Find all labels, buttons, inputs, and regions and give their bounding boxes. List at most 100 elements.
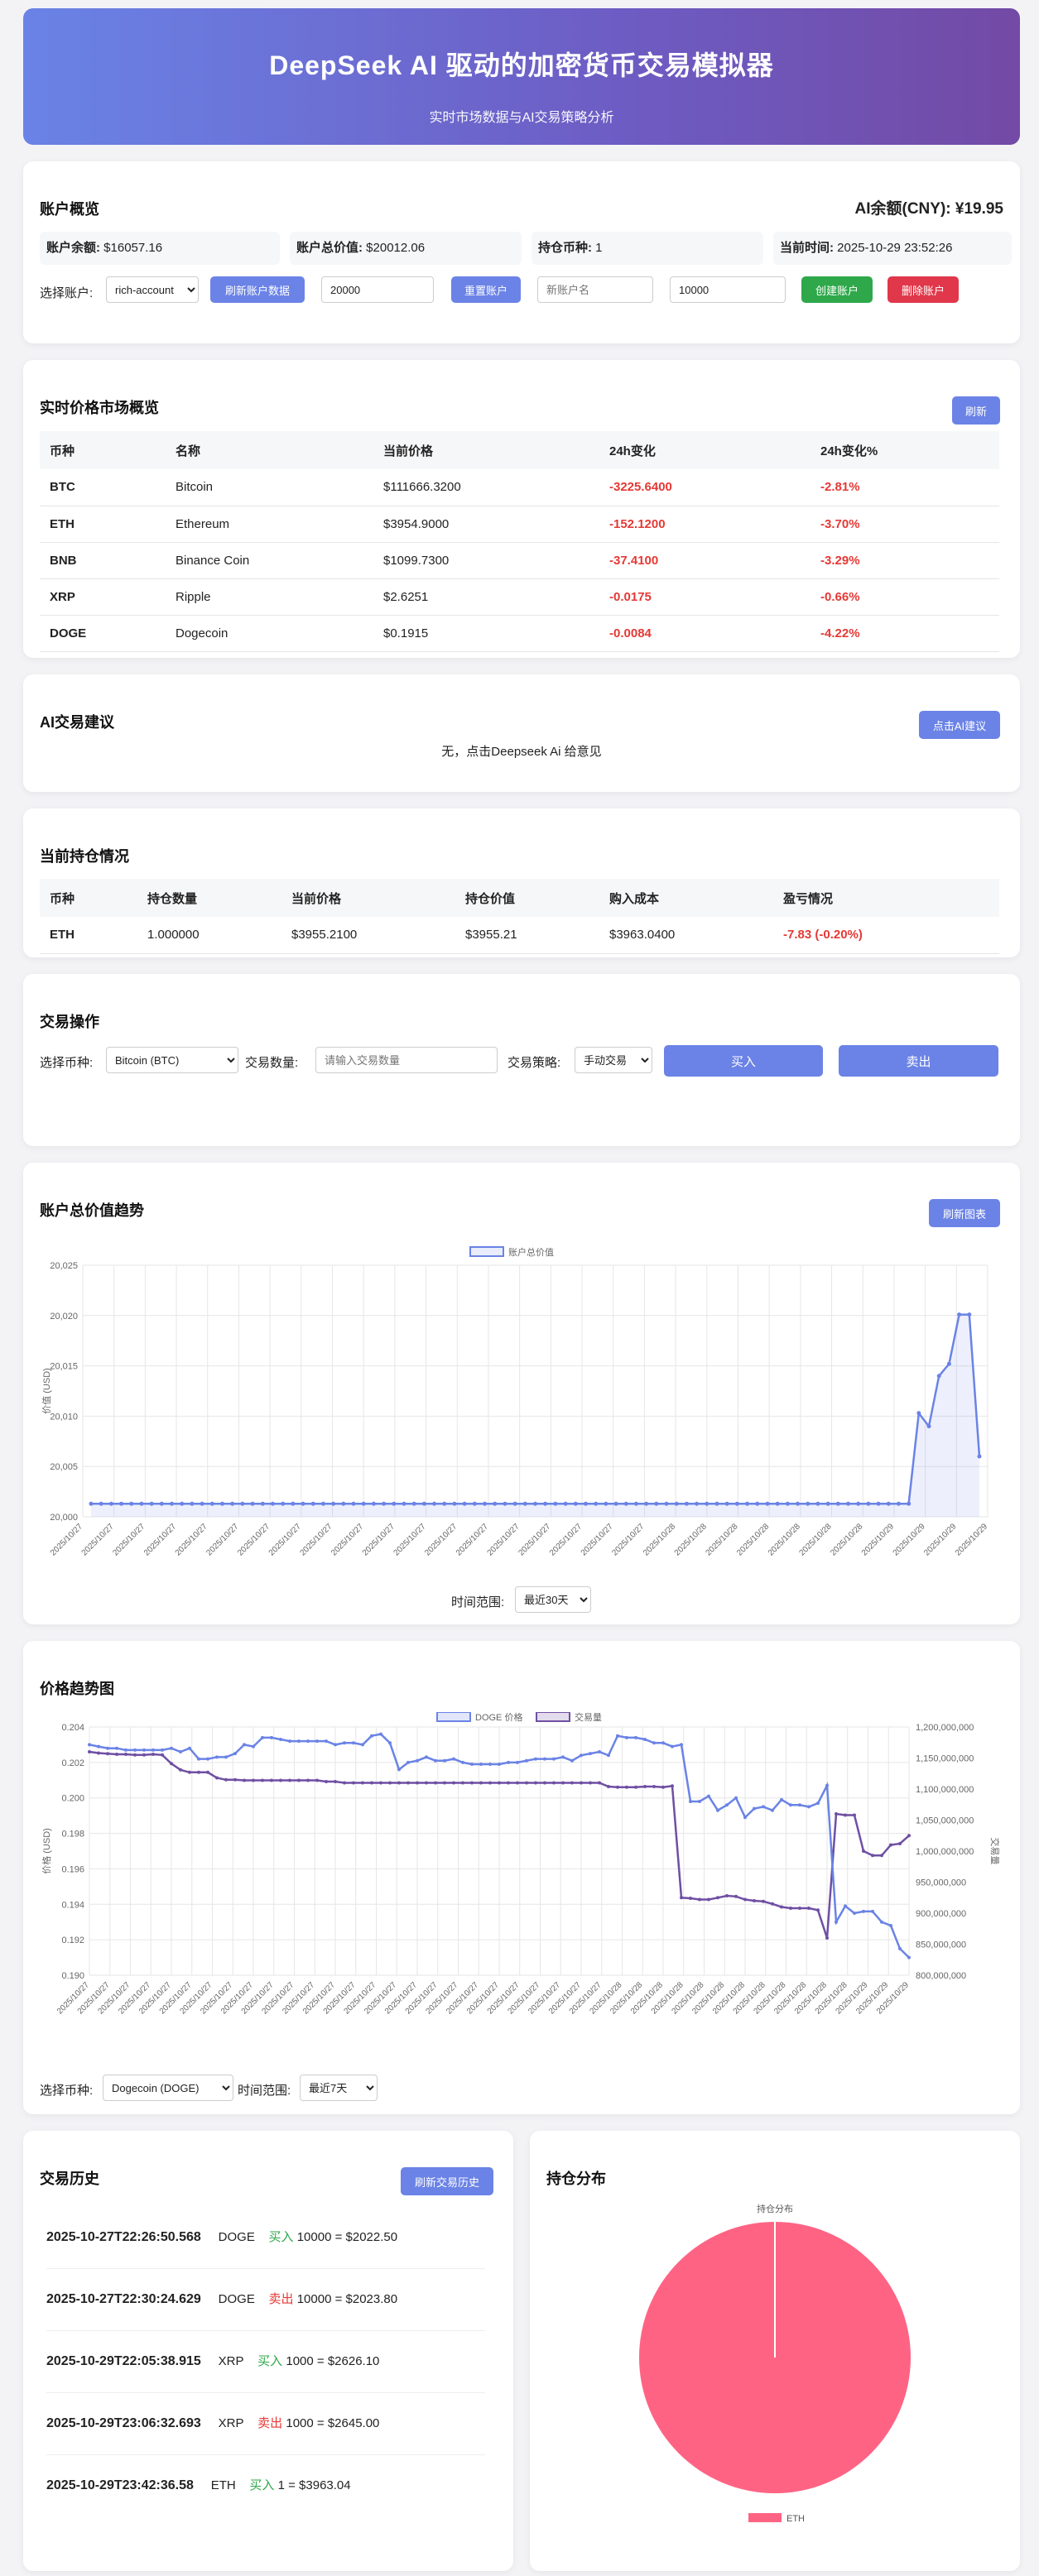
price-point — [115, 1746, 118, 1750]
volume-point — [243, 1778, 246, 1782]
account-select[interactable]: rich-account — [106, 276, 199, 303]
value-point — [209, 1501, 214, 1506]
history-coin: DOGE — [218, 2292, 255, 2306]
market-overview-title: 实时价格市场概览 — [40, 400, 159, 416]
reset-amount-input[interactable] — [321, 276, 434, 303]
total-value-label: 账户总价值: — [296, 241, 363, 255]
y-tick-label: 0.202 — [61, 1758, 84, 1768]
price-point — [862, 1909, 865, 1913]
new-account-name-input[interactable] — [537, 276, 653, 303]
price-point — [452, 1757, 455, 1761]
price-range-select[interactable]: 最近7天 — [300, 2075, 378, 2101]
value-point — [331, 1501, 336, 1506]
volume-point — [152, 1753, 155, 1756]
value-point — [139, 1501, 144, 1506]
price-point — [315, 1739, 319, 1744]
volume-point — [434, 1781, 437, 1785]
value-point — [916, 1411, 921, 1416]
price-point — [652, 1741, 656, 1745]
price-chart: 0.204 0.202 0.200 0.198 0.196 0.194 0.192 0.190… — [41, 1712, 999, 2017]
trade-qty-input[interactable] — [315, 1047, 498, 1073]
price-point — [907, 1955, 911, 1960]
price-point — [352, 1741, 355, 1745]
volume-point — [224, 1777, 228, 1782]
price-point — [589, 1752, 592, 1756]
volume-point — [452, 1781, 455, 1785]
value-point — [806, 1501, 811, 1506]
value-point — [240, 1501, 245, 1506]
price-point — [543, 1757, 546, 1761]
volume-point — [534, 1781, 537, 1785]
price-point — [780, 1797, 783, 1801]
holdings-table-header: 币种 持仓数量 当前价格 持仓价值 购入成本 盈亏情况 — [40, 879, 999, 917]
ai-advice-button[interactable]: 点击AI建议 — [919, 711, 1000, 739]
refresh-account-button[interactable]: 刷新账户数据 — [210, 276, 305, 303]
x-tick-label: 2025/10/28 — [829, 1522, 864, 1557]
price-point — [170, 1746, 173, 1750]
account-overview-card: 账户概览 AI余额(CNY): ¥19.95 账户余额: $16057.16 账… — [23, 161, 1020, 343]
create-account-button[interactable]: 创建账户 — [801, 276, 873, 303]
value-point — [896, 1501, 901, 1506]
volume-point — [261, 1778, 264, 1782]
volume-point — [507, 1781, 510, 1785]
value-point — [796, 1501, 801, 1506]
market-refresh-button[interactable]: 刷新 — [952, 396, 1000, 425]
x-tick-label: 2025/10/29 — [860, 1522, 896, 1557]
price-point — [880, 1920, 883, 1924]
value-point — [734, 1501, 739, 1506]
legend-label: 交易量 — [575, 1712, 602, 1723]
price-point — [716, 1808, 719, 1812]
price-point — [853, 1912, 856, 1915]
price-point — [97, 1744, 100, 1749]
volume-point — [142, 1753, 146, 1757]
price-point — [671, 1744, 674, 1749]
sell-button[interactable]: 卖出 — [839, 1045, 998, 1077]
volume-point — [716, 1896, 719, 1900]
volume-point — [397, 1781, 401, 1785]
y-axis-label: 价值 (USD) — [41, 1368, 52, 1414]
volume-point — [871, 1854, 874, 1858]
refresh-chart-button[interactable]: 刷新图表 — [929, 1199, 1000, 1227]
x-tick-label: 2025/10/27 — [455, 1522, 490, 1557]
price-point — [179, 1750, 182, 1753]
volume-point — [197, 1770, 200, 1774]
refresh-history-button[interactable]: 刷新交易历史 — [401, 2167, 493, 2195]
ai-advice-text: 无，点击Deepseek Ai 给意见 — [441, 745, 602, 759]
reset-account-button[interactable]: 重置账户 — [451, 276, 521, 303]
x-tick-label: 2025/10/27 — [486, 1522, 522, 1557]
price-point — [334, 1743, 337, 1747]
x-tick-label: 2025/10/27 — [610, 1522, 646, 1557]
value-point — [472, 1501, 477, 1506]
buy-button[interactable]: 买入 — [664, 1045, 823, 1077]
price-coin-select[interactable]: Dogecoin (DOGE) — [103, 2075, 233, 2101]
market-table: 币种 名称 当前价格 24h变化 24h变化% BTC Bitcoin $111… — [40, 431, 999, 652]
delete-account-button[interactable]: 删除账户 — [887, 276, 959, 303]
price-point — [224, 1755, 228, 1759]
volume-point — [361, 1781, 364, 1785]
price-point — [397, 1768, 401, 1772]
new-account-amount-input[interactable] — [670, 276, 786, 303]
value-point — [543, 1501, 548, 1506]
trade-coin-select[interactable]: Bitcoin (BTC) — [106, 1047, 238, 1073]
volume-point — [798, 1907, 801, 1910]
volume-point — [379, 1781, 382, 1785]
value-range-select[interactable]: 最近30天 — [515, 1586, 591, 1613]
history-side: 买入 — [257, 2354, 283, 2368]
volume-point — [406, 1781, 410, 1785]
volume-point — [179, 1768, 182, 1772]
value-point — [270, 1501, 275, 1506]
holdings-col-symbol: 币种 — [40, 879, 137, 917]
history-time: 2025-10-29T23:42:36.58 — [46, 2478, 194, 2492]
volume-point — [762, 1899, 765, 1903]
table-row: ETH 1.000000 $3955.2100 $3955.21 $3963.0… — [40, 917, 999, 954]
price-point — [416, 1758, 419, 1763]
distribution-pie-chart: 持仓分布 ETH — [639, 2203, 911, 2524]
value-point — [967, 1312, 972, 1317]
x-tick-label: 2025/10/27 — [204, 1522, 240, 1557]
volume-point — [498, 1781, 501, 1785]
price-point — [279, 1738, 282, 1741]
trade-strategy-select[interactable]: 手动交易 — [575, 1047, 652, 1073]
coins-box: 持仓币种: 1 — [532, 232, 763, 265]
y-tick-label: 20,010 — [50, 1412, 78, 1422]
price-point — [142, 1748, 146, 1752]
